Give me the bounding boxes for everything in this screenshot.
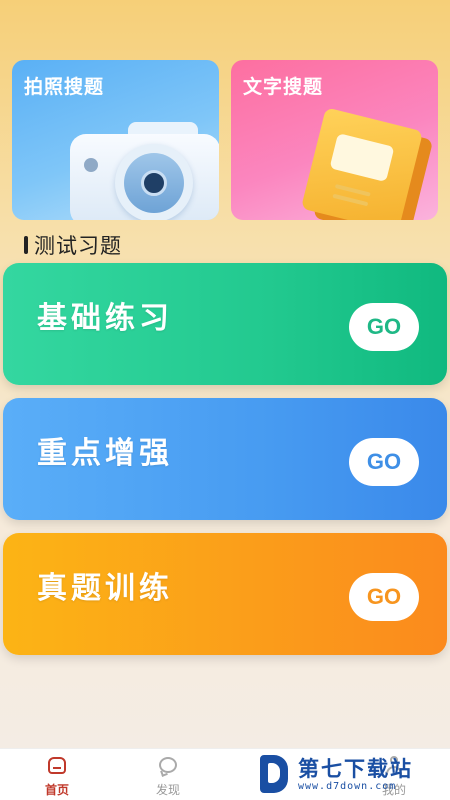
photo-search-card[interactable]: 拍照搜题 — [12, 60, 219, 220]
watermark: 第七下载站 www.d7down.com — [256, 748, 450, 800]
home-icon — [46, 755, 68, 777]
real-exam-label: 真题训练 — [37, 571, 173, 606]
photo-search-label: 拍照搜题 — [24, 76, 105, 98]
focus-enhance-label: 重点增强 — [37, 436, 173, 471]
basic-practice-label: 基础练习 — [37, 301, 173, 336]
notebook-icon — [299, 107, 438, 220]
camera-icon — [70, 122, 219, 220]
tab-home[interactable]: 首页 — [27, 755, 87, 798]
search-cards: 拍照搜题 文字搜题 — [12, 60, 438, 220]
real-exam-go-button[interactable]: GO — [349, 573, 419, 621]
watermark-url: www.d7down.com — [298, 780, 397, 792]
focus-enhance-go-button[interactable]: GO — [349, 438, 419, 486]
focus-enhance-card[interactable]: 重点增强 GO — [3, 398, 447, 520]
text-search-label: 文字搜题 — [243, 76, 324, 98]
tab-discover[interactable]: 发现 — [138, 755, 198, 798]
tab-home-label: 首页 — [44, 783, 69, 797]
text-search-card[interactable]: 文字搜题 — [231, 60, 438, 220]
tab-discover-label: 发现 — [155, 783, 180, 797]
watermark-name: 第七下载站 — [298, 756, 413, 781]
section-bar — [24, 236, 28, 254]
section-title: 测试习题 — [34, 234, 122, 258]
chat-bubble-icon — [157, 755, 179, 777]
watermark-logo-icon — [256, 753, 292, 795]
section-header: 测试习题 — [24, 230, 122, 260]
basic-practice-go-button[interactable]: GO — [349, 303, 419, 351]
real-exam-card[interactable]: 真题训练 GO — [3, 533, 447, 655]
basic-practice-card[interactable]: 基础练习 GO — [3, 263, 447, 385]
